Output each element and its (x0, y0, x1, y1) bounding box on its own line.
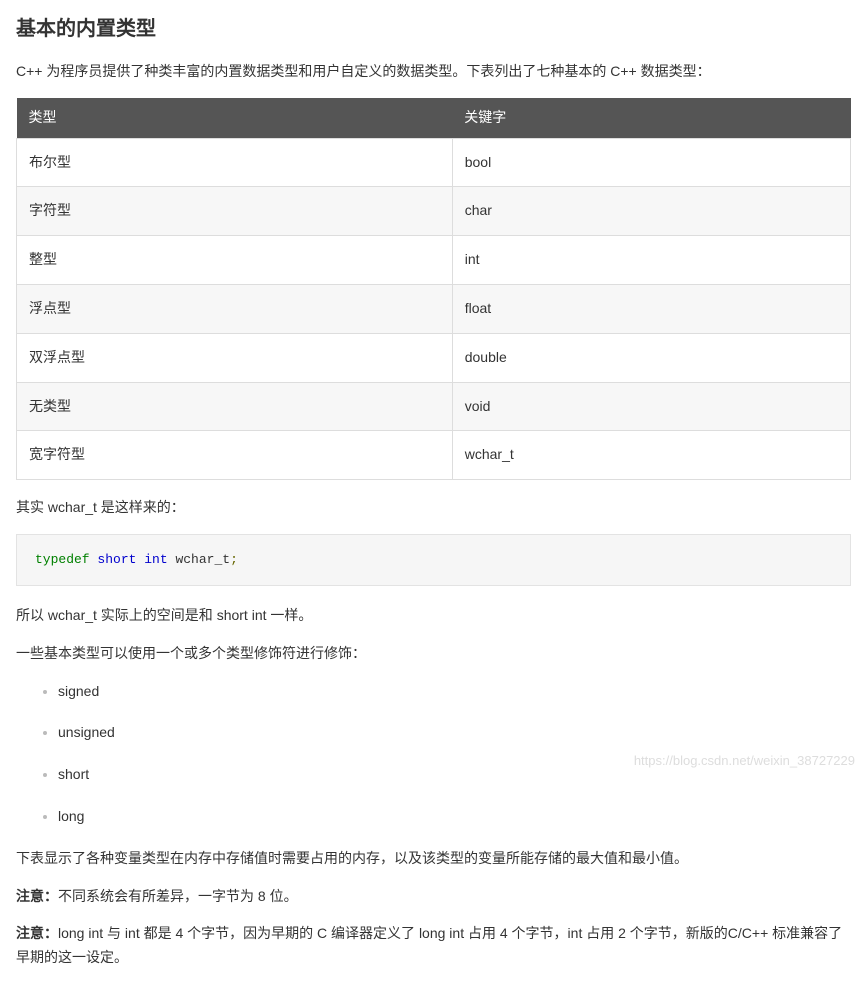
wchar-space-paragraph: 所以 wchar_t 实际上的空间是和 short int 一样。 (16, 604, 851, 628)
list-item: long (58, 805, 851, 829)
code-keyword-types: short int (97, 552, 167, 567)
table-row: 浮点型float (17, 284, 851, 333)
intro-paragraph: C++ 为程序员提供了种类丰富的内置数据类型和用户自定义的数据类型。下表列出了七… (16, 60, 851, 84)
table-intro-paragraph: 下表显示了各种变量类型在内存中存储值时需要占用的内存，以及该类型的变量所能存储的… (16, 847, 851, 871)
cell-keyword: void (452, 382, 850, 431)
table-header-keyword: 关键字 (452, 98, 850, 138)
table-row: 字符型char (17, 187, 851, 236)
code-name: wchar_t (175, 552, 230, 567)
table-row: 整型int (17, 236, 851, 285)
cell-keyword: bool (452, 138, 850, 187)
page-heading: 基本的内置类型 (16, 12, 851, 46)
cell-keyword: wchar_t (452, 431, 850, 480)
cell-type: 布尔型 (17, 138, 453, 187)
table-row: 双浮点型double (17, 333, 851, 382)
cell-type: 整型 (17, 236, 453, 285)
table-row: 宽字符型wchar_t (17, 431, 851, 480)
modifiers-list: signed unsigned short long (16, 680, 851, 829)
note-text: 不同系统会有所差异，一字节为 8 位。 (58, 888, 298, 904)
cell-keyword: double (452, 333, 850, 382)
cell-type: 无类型 (17, 382, 453, 431)
table-header-type: 类型 (17, 98, 453, 138)
table-row: 布尔型bool (17, 138, 851, 187)
table-row: 无类型void (17, 382, 851, 431)
types-table: 类型 关键字 布尔型bool 字符型char 整型int 浮点型float 双浮… (16, 98, 851, 480)
code-keyword-typedef: typedef (35, 552, 90, 567)
table-body: 布尔型bool 字符型char 整型int 浮点型float 双浮点型doubl… (17, 138, 851, 480)
list-item: unsigned (58, 721, 851, 745)
modifiers-intro-paragraph: 一些基本类型可以使用一个或多个类型修饰符进行修饰： (16, 642, 851, 666)
code-semi: ; (230, 552, 238, 567)
note-label: 注意： (16, 925, 58, 941)
list-item: short (58, 763, 851, 787)
cell-type: 浮点型 (17, 284, 453, 333)
note-label: 注意： (16, 888, 58, 904)
cell-type: 双浮点型 (17, 333, 453, 382)
note-2: 注意：long int 与 int 都是 4 个字节，因为早期的 C 编译器定义… (16, 922, 851, 970)
cell-keyword: char (452, 187, 850, 236)
wchar-intro-paragraph: 其实 wchar_t 是这样来的： (16, 496, 851, 520)
code-block: typedef short int wchar_t; (16, 534, 851, 586)
note-1: 注意：不同系统会有所差异，一字节为 8 位。 (16, 885, 851, 909)
cell-keyword: int (452, 236, 850, 285)
cell-type: 字符型 (17, 187, 453, 236)
note-text: long int 与 int 都是 4 个字节，因为早期的 C 编译器定义了 l… (16, 925, 842, 965)
list-item: signed (58, 680, 851, 704)
cell-type: 宽字符型 (17, 431, 453, 480)
cell-keyword: float (452, 284, 850, 333)
